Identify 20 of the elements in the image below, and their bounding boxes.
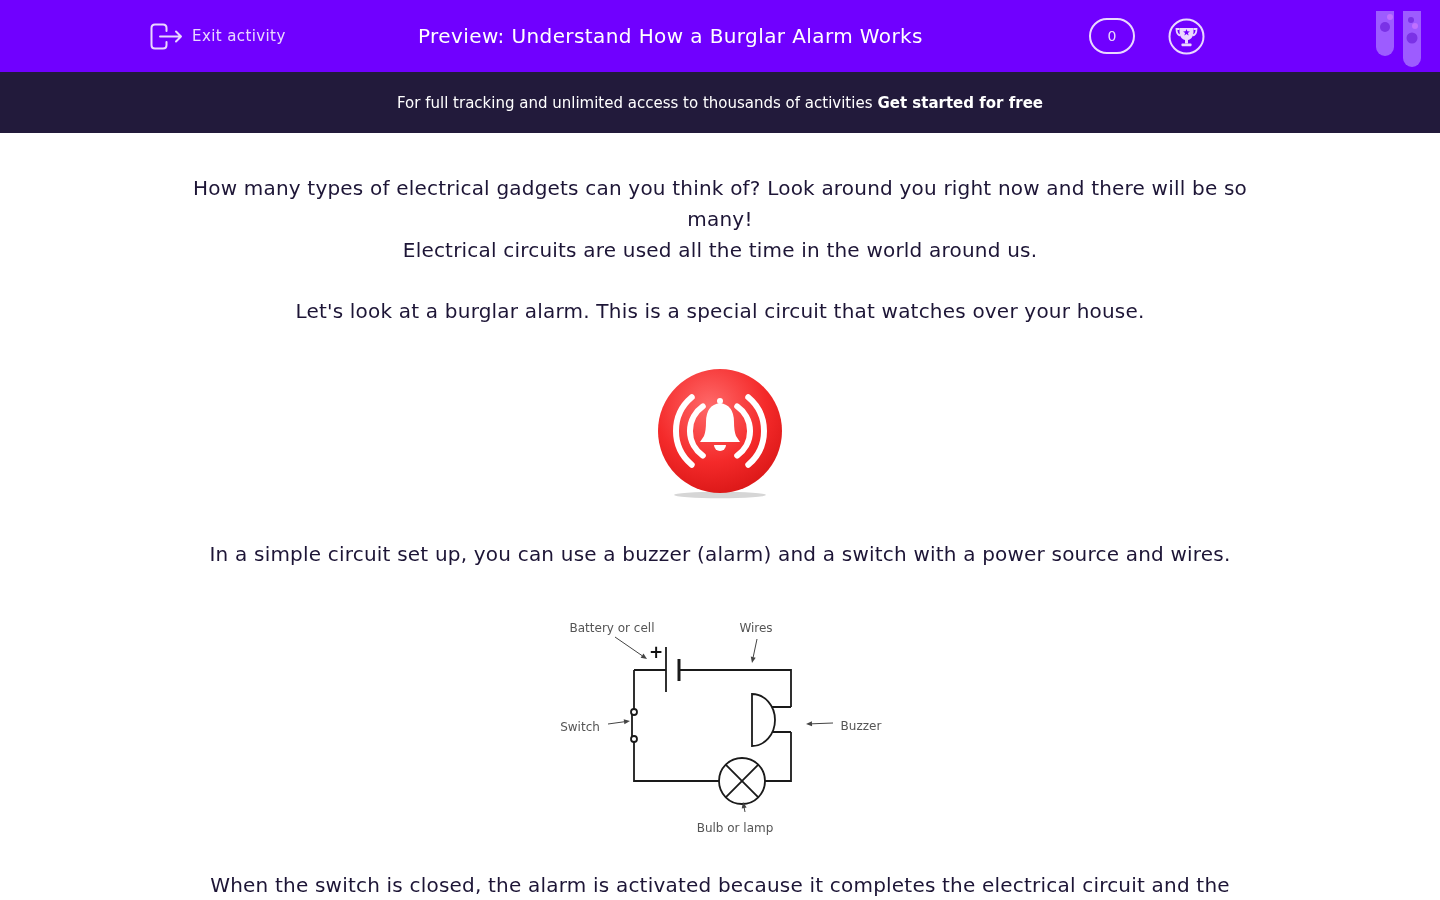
polarity-sign: + — [648, 642, 664, 662]
paragraph-text: When the switch is closed, the alarm is activated because it completes the electrical circuit and the — [210, 873, 1230, 897]
activity-title: Preview: Understand How a Burglar Alarm Works — [418, 24, 923, 48]
alarm-bell-icon — [655, 367, 785, 499]
paragraph-text: Electrical circuits are used all the time in the world around us. — [401, 237, 1039, 264]
promo-message: For full tracking and unlimited access to thousands of activities — [397, 93, 873, 112]
diagram-label: Bulb or lamp — [696, 821, 774, 835]
paragraph-text: Let's look at a burglar alarm. This is a special circuit that watches over your house. — [295, 298, 1145, 325]
paragraph-text: How many types of electrical gadgets can you think of? Look around you right now and there will be so many! — [191, 175, 1249, 233]
paragraph-text: In a simple circuit set up, you can use a buzzer (alarm) and a switch with a power source and wires. — [209, 541, 1231, 568]
get-started-link[interactable]: Get started for free — [877, 93, 1043, 112]
diagram-label: Wires — [739, 621, 773, 635]
score-counter: 0 — [1089, 18, 1135, 54]
diagram-label: Switch — [560, 720, 600, 734]
diagram-label: Battery or cell — [569, 621, 655, 635]
test-tubes-icon — [1376, 10, 1422, 68]
exit-icon — [150, 22, 183, 50]
exit-button[interactable]: Exit activity — [150, 22, 298, 50]
diagram-label: Buzzer — [840, 719, 882, 733]
trophy-icon[interactable] — [1168, 17, 1205, 55]
